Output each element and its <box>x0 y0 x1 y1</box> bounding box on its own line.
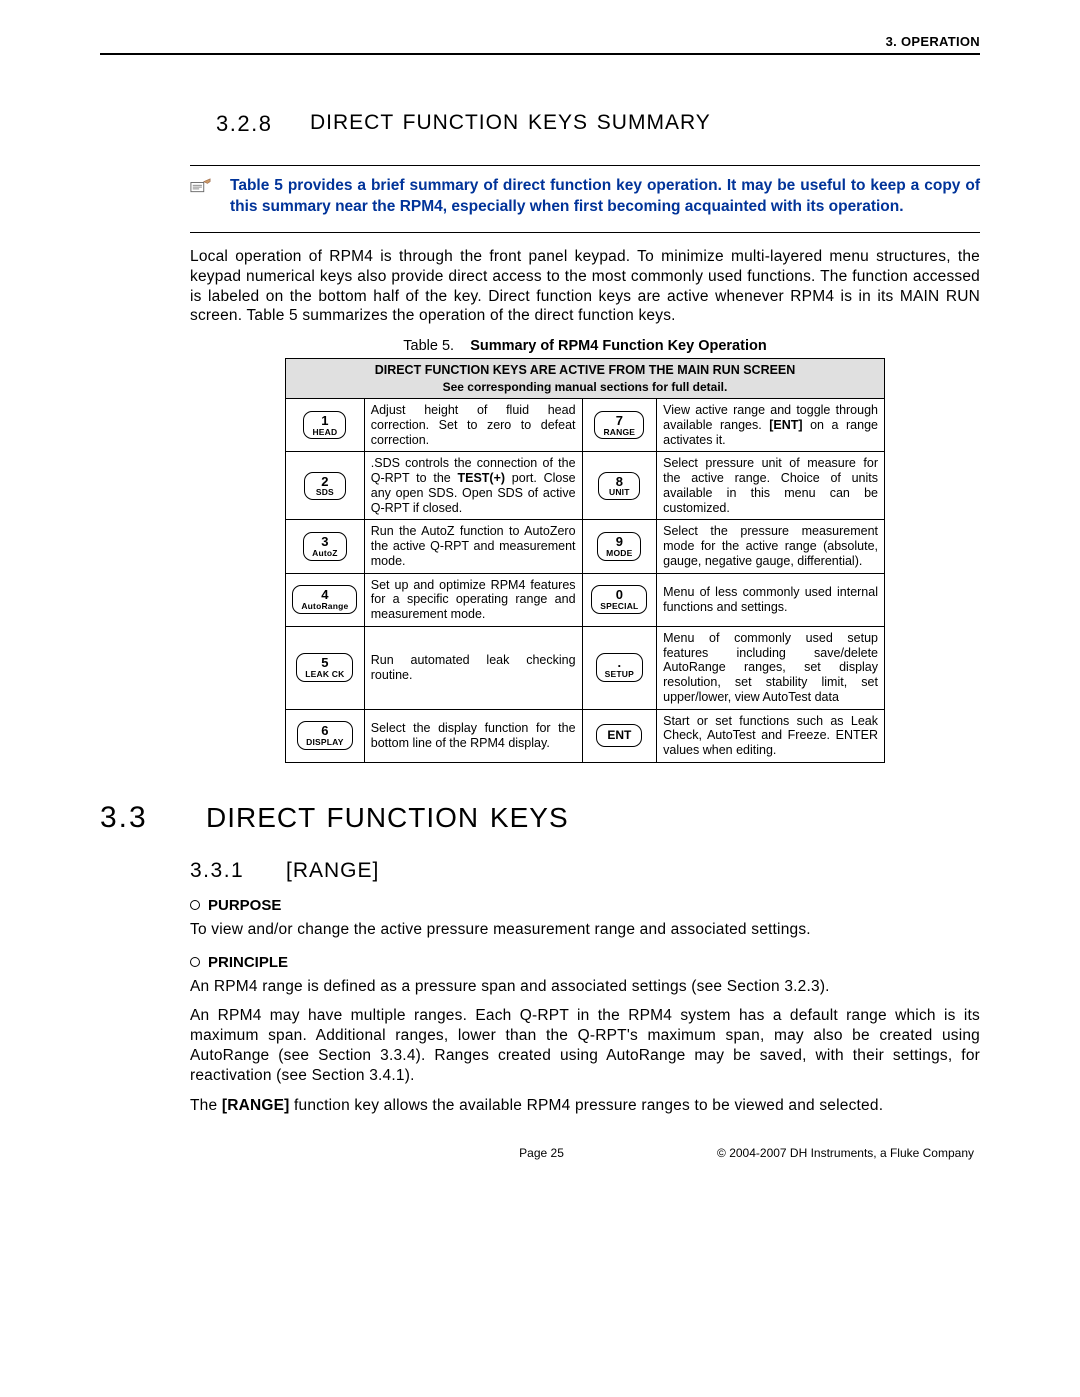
keycap: 6DISPLAY <box>297 721 352 750</box>
table-header: DIRECT FUNCTION KEYS ARE ACTIVE FROM THE… <box>286 359 885 399</box>
table-row: 5LEAK CK Run automated leak checking rout… <box>286 626 885 709</box>
desc-cell-right: Start or set functions such as Leak Chec… <box>657 709 885 762</box>
key-cell-left: 5LEAK CK <box>286 626 365 709</box>
keycap: 2SDS <box>304 472 346 501</box>
principle-p3-bold: [RANGE] <box>222 1097 290 1114</box>
principle-p3-post: function key allows the available RPM4 p… <box>290 1097 884 1114</box>
table-row: 3AutoZ Run the AutoZ function to AutoZero… <box>286 520 885 573</box>
header-rule <box>100 53 980 55</box>
key-cell-left: 1HEAD <box>286 399 365 452</box>
desc-cell-left: Run automated leak checking routine. <box>364 626 582 709</box>
table-header-line1: DIRECT FUNCTION KEYS ARE ACTIVE FROM THE… <box>375 363 796 377</box>
section-331-heading: 3.3.1 [RANGE] <box>190 859 980 883</box>
keycap: 8UNIT <box>598 472 640 501</box>
desc-cell-left: Select the display function for the bott… <box>364 709 582 762</box>
keycap: ENT <box>596 724 642 747</box>
principle-p1: An RPM4 range is defined as a pressure s… <box>190 977 980 997</box>
table-row: 1HEAD Adjust height of fluid head correct… <box>286 399 885 452</box>
key-cell-right: 9MODE <box>582 520 657 573</box>
desc-cell-right: View active range and toggle through ava… <box>657 399 885 452</box>
keycap: 7RANGE <box>594 411 644 440</box>
desc-cell-right: Menu of less commonly used internal func… <box>657 573 885 626</box>
bullet-icon <box>190 957 200 967</box>
table-row: 4AutoRangeSet up and optimize RPM4 featu… <box>286 573 885 626</box>
desc-cell-left: Run the AutoZ function to AutoZero the a… <box>364 520 582 573</box>
section-331-number: 3.3.1 <box>190 859 260 883</box>
section-328-title: DIRECT FUNCTION KEYS SUMMARY <box>310 111 711 137</box>
key-cell-right: 0SPECIAL <box>582 573 657 626</box>
keycap: 0SPECIAL <box>591 585 647 614</box>
purpose-heading: PURPOSE <box>190 897 980 914</box>
desc-cell-right: Select the pressure measurement mode for… <box>657 520 885 573</box>
key-cell-left: 2SDS <box>286 452 365 520</box>
desc-cell-right: Select pressure unit of measure for the … <box>657 452 885 520</box>
desc-cell-right: Menu of commonly used setup features inc… <box>657 626 885 709</box>
table-caption: Table 5. Summary of RPM4 Function Key Op… <box>190 338 980 354</box>
key-cell-right: 7RANGE <box>582 399 657 452</box>
footer-page: Page 25 <box>519 1146 564 1160</box>
principle-p2: An RPM4 may have multiple ranges. Each Q… <box>190 1006 980 1085</box>
principle-heading: PRINCIPLE <box>190 954 980 971</box>
table-caption-label: Table 5. <box>403 338 454 354</box>
note-text: Table 5 provides a brief summary of dire… <box>230 176 980 218</box>
section-33-heading: 3.3 DIRECT FUNCTION KEYS <box>100 801 980 835</box>
principle-p3-pre: The <box>190 1097 222 1114</box>
key-cell-left: 3AutoZ <box>286 520 365 573</box>
section-331-title: [RANGE] <box>286 859 379 883</box>
keycap: 1HEAD <box>303 411 346 440</box>
table-row: 2SDS .SDS controls the connection of the … <box>286 452 885 520</box>
table-header-line2: See corresponding manual sections for fu… <box>292 380 878 394</box>
para-328: Local operation of RPM4 is through the f… <box>190 247 980 326</box>
key-cell-right: ENT <box>582 709 657 762</box>
key-cell-right: 8UNIT <box>582 452 657 520</box>
footer-copyright: © 2004-2007 DH Instruments, a Fluke Comp… <box>717 1146 974 1160</box>
principle-p3: The [RANGE] function key allows the avai… <box>190 1096 980 1116</box>
desc-cell-left: .SDS controls the connection of the Q-RP… <box>364 452 582 520</box>
bullet-icon <box>190 900 200 910</box>
desc-cell-left: Set up and optimize RPM4 features for a … <box>364 573 582 626</box>
keycap: 9MODE <box>597 532 641 561</box>
page-footer: Page 25 © 2004-2007 DH Instruments, a Fl… <box>100 1146 980 1160</box>
note-icon <box>190 178 212 218</box>
principle-label: PRINCIPLE <box>208 954 288 971</box>
note-block: Table 5 provides a brief summary of dire… <box>190 165 980 233</box>
section-33-title: DIRECT FUNCTION KEYS <box>206 802 569 834</box>
keycap: 3AutoZ <box>303 532 347 561</box>
page-header-right: 3. OPERATION <box>100 34 980 49</box>
table-caption-title: Summary of RPM4 Function Key Operation <box>470 338 767 354</box>
section-328-number: 3.2.8 <box>216 111 284 137</box>
purpose-text: To view and/or change the active pressur… <box>190 920 980 940</box>
function-key-table: DIRECT FUNCTION KEYS ARE ACTIVE FROM THE… <box>285 358 885 763</box>
purpose-label: PURPOSE <box>208 897 281 914</box>
keycap: .SETUP <box>596 653 643 682</box>
table-row: 6DISPLAY Select the display function for … <box>286 709 885 762</box>
key-cell-left: 6DISPLAY <box>286 709 365 762</box>
keycap: 5LEAK CK <box>296 653 353 682</box>
section-328-heading: 3.2.8 DIRECT FUNCTION KEYS SUMMARY <box>100 111 980 137</box>
key-cell-left: 4AutoRange <box>286 573 365 626</box>
keycap: 4AutoRange <box>292 585 357 614</box>
key-cell-right: .SETUP <box>582 626 657 709</box>
desc-cell-left: Adjust height of fluid head correction. … <box>364 399 582 452</box>
section-33-number: 3.3 <box>100 801 170 835</box>
